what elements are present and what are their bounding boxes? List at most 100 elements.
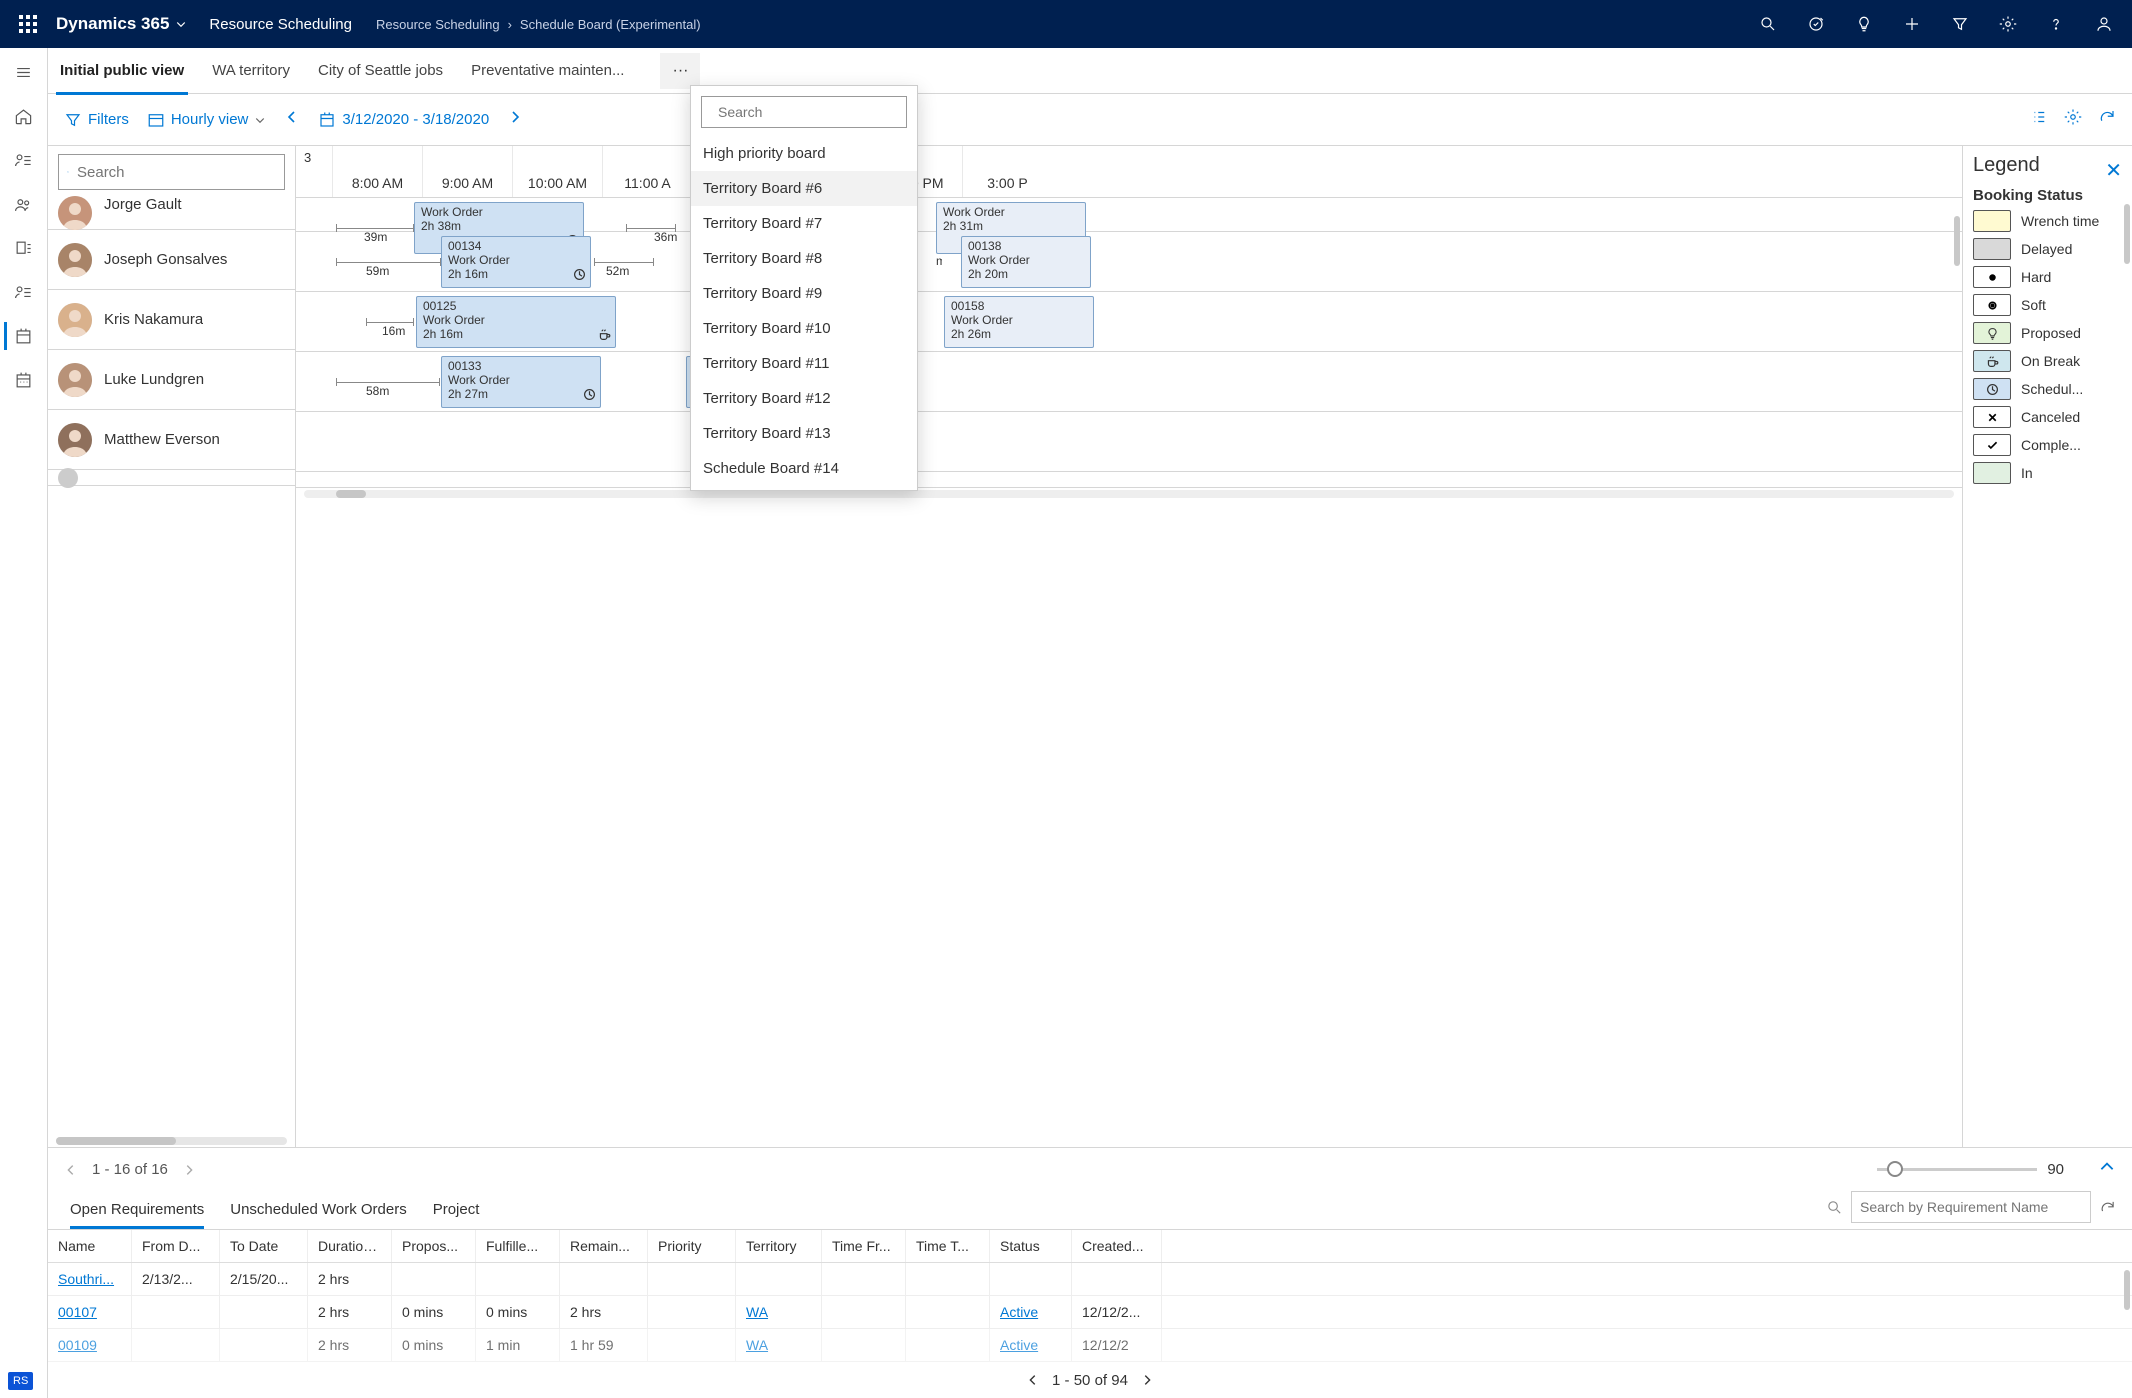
- board-option[interactable]: High priority board: [691, 136, 917, 171]
- board-option[interactable]: Territory Board #10: [691, 311, 917, 346]
- column-header[interactable]: Propos...: [392, 1230, 476, 1262]
- board-option[interactable]: Territory Board #12: [691, 381, 917, 416]
- refresh-icon[interactable]: [2098, 108, 2116, 131]
- app-launcher-icon[interactable]: [8, 15, 48, 33]
- column-header[interactable]: Territory: [736, 1230, 822, 1262]
- view-mode-button[interactable]: Hourly view: [147, 111, 267, 129]
- home-icon[interactable]: [4, 98, 44, 134]
- column-header[interactable]: Priority: [648, 1230, 736, 1262]
- breadcrumb-item[interactable]: Resource Scheduling: [376, 17, 500, 32]
- vertical-scrollbar[interactable]: [1954, 216, 1960, 266]
- more-tabs-button[interactable]: ···: [660, 53, 700, 89]
- record-link[interactable]: Southri...: [58, 1271, 114, 1287]
- prev-page-icon[interactable]: [1026, 1373, 1040, 1387]
- table-row[interactable]: 001072 hrs0 mins0 mins2 hrsWAActive12/12…: [48, 1296, 2132, 1329]
- booking-card[interactable]: 00158Work Order2h 26m: [944, 296, 1094, 348]
- doc-list-icon[interactable]: [4, 230, 44, 266]
- resource-search[interactable]: [58, 154, 285, 190]
- resource-row[interactable]: Luke Lundgren: [48, 350, 295, 410]
- tab-project[interactable]: Project: [433, 1201, 480, 1229]
- next-page-icon[interactable]: [182, 1163, 196, 1177]
- record-link[interactable]: Active: [1000, 1304, 1038, 1320]
- horizontal-scrollbar[interactable]: [48, 1135, 295, 1147]
- search-icon[interactable]: [1748, 0, 1788, 48]
- lightbulb-icon[interactable]: [1844, 0, 1884, 48]
- board-option[interactable]: Territory Board #8: [691, 241, 917, 276]
- list-view-icon[interactable]: [2030, 108, 2048, 131]
- gear-icon[interactable]: [1988, 0, 2028, 48]
- board-option[interactable]: Territory Board #13: [691, 416, 917, 451]
- schedule-h-scrollbar[interactable]: [336, 490, 366, 498]
- popup-search-input[interactable]: [718, 104, 899, 120]
- board-option[interactable]: Schedule Board #14: [691, 451, 917, 486]
- column-header[interactable]: Time Fr...: [822, 1230, 906, 1262]
- close-icon[interactable]: ✕: [2105, 158, 2122, 183]
- task-icon[interactable]: [1796, 0, 1836, 48]
- brand-title[interactable]: Dynamics 365: [56, 14, 187, 34]
- zoom-slider[interactable]: 90: [1877, 1161, 2064, 1178]
- booking-card[interactable]: 00125Work Order2h 16m: [416, 296, 616, 348]
- resource-row[interactable]: Jorge Gault: [48, 196, 295, 230]
- resource-row[interactable]: Joseph Gonsalves: [48, 230, 295, 290]
- date-range-picker[interactable]: 3/12/2020 - 3/18/2020: [318, 111, 489, 129]
- next-range-button[interactable]: [507, 109, 523, 130]
- tab-initial-public-view[interactable]: Initial public view: [60, 48, 184, 94]
- board-option[interactable]: Territory Board #9: [691, 276, 917, 311]
- record-link[interactable]: 00107: [58, 1304, 97, 1320]
- record-link[interactable]: Active: [1000, 1337, 1038, 1353]
- booking-card[interactable]: 00133Work Order2h 27m: [441, 356, 601, 408]
- grid-scrollbar[interactable]: [2124, 1270, 2130, 1310]
- column-header[interactable]: Created...: [1072, 1230, 1162, 1262]
- menu-icon[interactable]: [4, 54, 44, 90]
- refresh-icon[interactable]: [2099, 1199, 2116, 1216]
- area-label[interactable]: Resource Scheduling: [209, 16, 352, 33]
- people-icon[interactable]: [4, 186, 44, 222]
- filter-icon[interactable]: [1940, 0, 1980, 48]
- calendar-month-icon[interactable]: [4, 362, 44, 398]
- tab-preventative[interactable]: Preventative mainten...: [471, 48, 624, 94]
- breadcrumb-item[interactable]: Schedule Board (Experimental): [520, 17, 701, 32]
- column-header[interactable]: Time T...: [906, 1230, 990, 1262]
- people-list-icon[interactable]: [4, 142, 44, 178]
- tab-open-requirements[interactable]: Open Requirements: [70, 1201, 204, 1229]
- search-input[interactable]: [77, 164, 276, 181]
- resource-row[interactable]: Matthew Everson: [48, 410, 295, 470]
- calendar-day-icon[interactable]: [4, 318, 44, 354]
- tab-unscheduled-work-orders[interactable]: Unscheduled Work Orders: [230, 1201, 406, 1229]
- booking-card[interactable]: m: [930, 252, 942, 268]
- add-icon[interactable]: [1892, 0, 1932, 48]
- column-header[interactable]: Status: [990, 1230, 1072, 1262]
- help-icon[interactable]: [2036, 0, 2076, 48]
- column-header[interactable]: To Date: [220, 1230, 308, 1262]
- settings-gear-icon[interactable]: [2064, 108, 2082, 131]
- column-header[interactable]: Duration ↑: [308, 1230, 392, 1262]
- popup-search[interactable]: [701, 96, 907, 128]
- column-header[interactable]: Name: [48, 1230, 132, 1262]
- next-page-icon[interactable]: [1140, 1373, 1154, 1387]
- filters-button[interactable]: Filters: [64, 111, 129, 129]
- resource-row[interactable]: Kris Nakamura: [48, 290, 295, 350]
- search-icon[interactable]: [1826, 1199, 1843, 1216]
- record-link[interactable]: WA: [746, 1304, 768, 1320]
- people-list2-icon[interactable]: [4, 274, 44, 310]
- column-header[interactable]: From D...: [132, 1230, 220, 1262]
- table-row[interactable]: Southri...2/13/2...2/15/20...2 hrs: [48, 1263, 2132, 1296]
- booking-card[interactable]: 00134Work Order2h 16m: [441, 236, 591, 288]
- record-link[interactable]: 00109: [58, 1337, 97, 1353]
- column-header[interactable]: Remain...: [560, 1230, 648, 1262]
- column-header[interactable]: Fulfille...: [476, 1230, 560, 1262]
- collapse-up-icon[interactable]: [2098, 1158, 2116, 1181]
- table-row[interactable]: 001092 hrs0 mins1 min1 hr 59WAActive12/1…: [48, 1329, 2132, 1362]
- prev-page-icon[interactable]: [64, 1163, 78, 1177]
- prev-range-button[interactable]: [284, 109, 300, 130]
- tab-wa-territory[interactable]: WA territory: [212, 48, 290, 94]
- board-option[interactable]: Territory Board #7: [691, 206, 917, 241]
- legend-scrollbar[interactable]: [2124, 204, 2130, 264]
- person-icon[interactable]: [2084, 0, 2124, 48]
- board-option[interactable]: Territory Board #11: [691, 346, 917, 381]
- booking-card[interactable]: 00138Work Order2h 20m: [961, 236, 1091, 288]
- record-link[interactable]: WA: [746, 1337, 768, 1353]
- tab-city-of-seattle[interactable]: City of Seattle jobs: [318, 48, 443, 94]
- requirement-search-input[interactable]: [1851, 1191, 2091, 1223]
- board-option[interactable]: Territory Board #6: [691, 171, 917, 206]
